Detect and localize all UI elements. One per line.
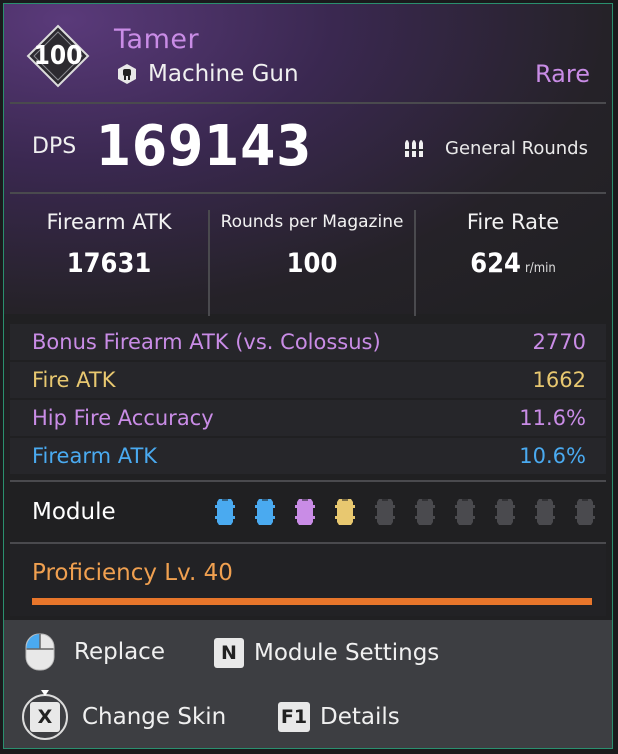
ammo-type: General Rounds xyxy=(403,137,588,159)
bonus-label: Firearm ATK xyxy=(32,444,158,468)
stat-value: 17631 xyxy=(66,248,152,279)
bonus-label: Fire ATK xyxy=(32,368,116,392)
proficiency-label: Proficiency Lv. 40 xyxy=(32,560,233,586)
key-x-ring: X xyxy=(22,690,68,740)
divider xyxy=(10,192,606,194)
divider xyxy=(10,480,606,482)
module-slot-icon[interactable] xyxy=(530,497,560,527)
module-slot-icon[interactable] xyxy=(450,497,480,527)
module-slot-icon[interactable] xyxy=(330,497,360,527)
stat-rounds-per-magazine: Rounds per Magazine 100 xyxy=(212,210,412,316)
module-slot-icon[interactable] xyxy=(250,497,280,527)
module-settings-label: Module Settings xyxy=(254,640,440,666)
bonus-row: Firearm ATK 10.6% xyxy=(10,438,606,474)
bonus-row: Hip Fire Accuracy 11.6% xyxy=(10,400,606,436)
bonus-label: Bonus Firearm ATK (vs. Colossus) xyxy=(32,330,381,354)
details-label: Details xyxy=(320,704,400,730)
machine-gun-icon xyxy=(118,64,136,84)
module-slot-icon[interactable] xyxy=(370,497,400,527)
bonus-value: 1662 xyxy=(532,368,586,392)
stat-value: 100 xyxy=(286,248,338,279)
bonus-row: Bonus Firearm ATK (vs. Colossus) 2770 xyxy=(10,324,606,360)
bonus-value: 11.6% xyxy=(519,406,586,430)
module-slot-icon[interactable] xyxy=(290,497,320,527)
weapon-type-label: Machine Gun xyxy=(148,61,299,87)
module-slot-icon[interactable] xyxy=(410,497,440,527)
mouse-left-click-icon xyxy=(25,633,55,671)
footer-controls: Replace N Module Settings X Change Skin … xyxy=(4,620,612,748)
weapon-level: 100 xyxy=(33,41,83,71)
ammo-type-label: General Rounds xyxy=(445,137,588,159)
stat-label: Fire Rate xyxy=(466,210,560,234)
stat-fire-rate: Fire Rate 624 r/min xyxy=(418,210,608,316)
key-f1: F1 xyxy=(278,702,310,732)
module-label: Module xyxy=(32,499,116,525)
divider xyxy=(208,210,210,316)
replace-label: Replace xyxy=(74,639,165,665)
module-slots xyxy=(210,497,600,527)
bonus-value: 10.6% xyxy=(519,444,586,468)
stat-value: 624 xyxy=(470,248,521,279)
dps-value: 169143 xyxy=(96,114,313,179)
change-skin-button[interactable]: X Change Skin xyxy=(22,690,227,740)
bonus-label: Hip Fire Accuracy xyxy=(32,406,214,430)
stat-value-wrap: 624 r/min xyxy=(418,248,608,279)
key-n: N xyxy=(214,638,244,668)
rarity-label: Rare xyxy=(535,60,590,88)
key-x: X xyxy=(30,702,60,732)
bonus-row: Fire ATK 1662 xyxy=(10,362,606,398)
dps-label: DPS xyxy=(32,134,77,159)
module-row: Module xyxy=(10,484,606,540)
stat-label: Firearm ATK xyxy=(46,210,172,234)
proficiency-bar xyxy=(32,598,592,605)
weapon-info-panel: 100 Tamer Machine Gun Rare DPS 169143 Ge… xyxy=(3,3,613,749)
bonus-value: 2770 xyxy=(532,330,586,354)
stat-unit: r/min xyxy=(524,261,556,276)
module-slot-icon[interactable] xyxy=(570,497,600,527)
module-slot-icon[interactable] xyxy=(490,497,520,527)
bonus-stats-list: Bonus Firearm ATK (vs. Colossus) 2770 Fi… xyxy=(10,324,606,476)
details-button[interactable]: F1 Details xyxy=(278,702,400,732)
ring-pointer-icon xyxy=(41,690,49,696)
weapon-name: Tamer xyxy=(114,24,200,55)
bullets-icon xyxy=(404,140,426,157)
change-skin-label: Change Skin xyxy=(82,704,227,730)
level-badge: 100 xyxy=(26,24,90,88)
stat-firearm-atk: Firearm ATK 17631 xyxy=(14,210,204,316)
module-settings-button[interactable]: N Module Settings xyxy=(214,638,439,668)
weapon-type: Machine Gun xyxy=(116,61,299,87)
divider xyxy=(10,102,606,104)
stat-label: Rounds per Magazine xyxy=(220,212,404,232)
replace-button[interactable]: Replace xyxy=(24,632,165,672)
module-slot-icon[interactable] xyxy=(210,497,240,527)
proficiency-section: Proficiency Lv. 40 xyxy=(10,544,606,616)
divider xyxy=(414,210,416,316)
